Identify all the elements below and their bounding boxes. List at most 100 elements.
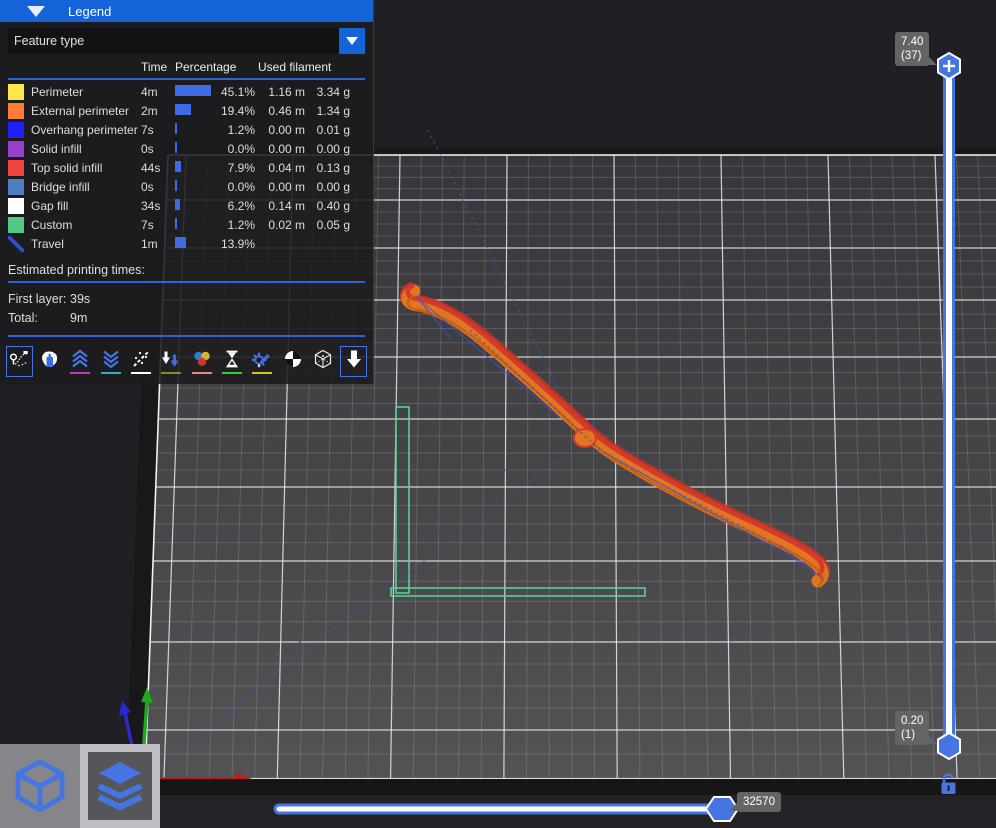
feature-percent: 1.2%	[227, 122, 255, 137]
travel-paths-button[interactable]	[6, 346, 33, 377]
feature-color-swatch	[8, 102, 24, 119]
feature-percent-bar	[175, 84, 212, 96]
divider	[8, 281, 365, 283]
top-layer-number: (37)	[901, 50, 922, 62]
feature-filament-g: 0.00 g	[316, 141, 350, 156]
layer-slider-bottom-handle[interactable]	[937, 731, 961, 761]
feature-filament-m: 0.02 m	[268, 217, 305, 232]
col-used-filament: Used filament	[258, 60, 332, 74]
feature-color-swatch	[8, 178, 24, 195]
feature-filament-g: 0.00 g	[316, 179, 350, 194]
feature-percent-bar	[175, 198, 180, 210]
shells-icon	[315, 349, 332, 369]
legend-header[interactable]: Legend	[0, 0, 373, 22]
deretractions-button[interactable]	[97, 346, 124, 377]
legend-table-header: Time Percentage Used filament	[0, 58, 373, 76]
feature-percent: 0.0%	[227, 141, 255, 156]
lock-open-icon[interactable]	[938, 772, 960, 797]
view-type-combo[interactable]: Feature type	[8, 28, 365, 54]
feature-color-swatch	[8, 140, 24, 157]
feature-percent: 1.2%	[227, 217, 255, 232]
feature-label: Solid infill	[31, 141, 82, 156]
feature-filament-g: 3.34 g	[316, 84, 350, 99]
layers-icon	[97, 762, 143, 811]
3d-editor-view-button[interactable]	[0, 744, 80, 828]
feature-label: External perimeter	[31, 103, 130, 118]
travel-paths-icon	[10, 351, 29, 367]
deretractions-icon	[102, 350, 119, 369]
seams-icon	[133, 351, 149, 367]
feature-row[interactable]: Overhang perimeter 7s 1.2% 0.00 m 0.01 g	[0, 120, 373, 139]
color-changes-icon	[193, 351, 210, 366]
feature-time: 34s	[141, 198, 161, 213]
feature-row[interactable]: Bridge infill 0s 0.0% 0.00 m 0.00 g	[0, 177, 373, 196]
tool-changes-icon	[162, 351, 179, 367]
divider	[8, 335, 365, 337]
feature-filament-m: 0.00 m	[268, 179, 305, 194]
retractions-button[interactable]	[67, 346, 94, 377]
feature-time: 0s	[141, 141, 154, 156]
feature-row[interactable]: Perimeter 4m 45.1% 1.16 m 3.34 g	[0, 82, 373, 101]
tool-changes-button[interactable]	[158, 346, 185, 377]
feature-row[interactable]: Top solid infill 44s 7.9% 0.04 m 0.13 g	[0, 158, 373, 177]
preview-button-inner	[88, 752, 152, 820]
first-layer-row: First layer: 39s	[0, 289, 373, 308]
cube-icon	[15, 759, 65, 813]
feature-color-swatch	[8, 121, 24, 138]
bottom-layer-number: (1)	[901, 729, 916, 741]
feature-color-swatch	[8, 197, 24, 214]
feature-label: Top solid infill	[31, 160, 103, 175]
legend-panel: Legend Feature type Time Percentage Used…	[0, 0, 374, 384]
pause-prints-button[interactable]	[219, 346, 246, 377]
feature-row[interactable]: Solid infill 0s 0.0% 0.00 m 0.00 g	[0, 139, 373, 158]
feature-rows: Perimeter 4m 45.1% 1.16 m 3.34 g Externa…	[0, 82, 373, 253]
layer-range-slider[interactable]	[933, 50, 965, 762]
feature-time: 2m	[141, 103, 158, 118]
view-type-value: Feature type	[14, 34, 85, 48]
preview-view-button[interactable]	[80, 744, 160, 828]
feature-percent: 45.1%	[220, 84, 255, 99]
feature-filament-m: 0.14 m	[268, 198, 305, 213]
feature-label: Bridge infill	[31, 179, 90, 194]
col-percentage: Percentage	[175, 60, 237, 74]
tool-marker-button[interactable]	[340, 346, 367, 377]
wipe-icon	[41, 351, 57, 367]
estimated-times-title: Estimated printing times:	[8, 263, 145, 277]
feature-label: Perimeter	[31, 84, 84, 99]
feature-percent: 6.2%	[227, 198, 255, 213]
wipe-button[interactable]	[36, 346, 63, 377]
feature-percent-bar	[175, 179, 177, 191]
feature-time: 4m	[141, 84, 158, 99]
feature-time: 7s	[141, 217, 154, 232]
feature-row[interactable]: Gap fill 34s 6.2% 0.14 m 0.40 g	[0, 196, 373, 215]
shells-button[interactable]	[310, 346, 337, 377]
total-value: 9m	[70, 310, 88, 325]
chevron-down-icon	[346, 37, 358, 45]
feature-time: 0s	[141, 179, 154, 194]
color-changes-button[interactable]	[188, 346, 215, 377]
feature-percent: 0.0%	[227, 179, 255, 194]
feature-label: Overhang perimeter	[31, 122, 138, 137]
custom-gcodes-icon	[251, 352, 271, 368]
feature-percent-bar	[175, 217, 177, 229]
feature-row[interactable]: External perimeter 2m 19.4% 0.46 m 1.34 …	[0, 101, 373, 120]
seams-button[interactable]	[128, 346, 155, 377]
collapse-icon[interactable]	[27, 5, 45, 17]
feature-color-swatch	[8, 159, 24, 176]
preview-options-toolbar	[0, 339, 373, 384]
center-of-gravity-button[interactable]	[279, 346, 306, 377]
moves-slider[interactable]	[263, 792, 753, 826]
view-type-dropdown-button[interactable]	[339, 28, 365, 54]
feature-row[interactable]: Travel 1m 13.9%	[0, 234, 373, 253]
feature-percent-bar	[175, 236, 187, 248]
total-label: Total:	[8, 310, 38, 325]
feature-filament-g: 0.05 g	[316, 217, 350, 232]
feature-color-swatch	[8, 216, 24, 233]
moves-slider-track[interactable]	[273, 803, 725, 815]
total-row: Total: 9m	[0, 308, 373, 327]
divider	[8, 78, 365, 80]
col-time: Time	[141, 60, 168, 74]
layer-slider-track[interactable]	[943, 64, 955, 748]
custom-gcodes-button[interactable]	[249, 346, 276, 377]
feature-row[interactable]: Custom 7s 1.2% 0.02 m 0.05 g	[0, 215, 373, 234]
